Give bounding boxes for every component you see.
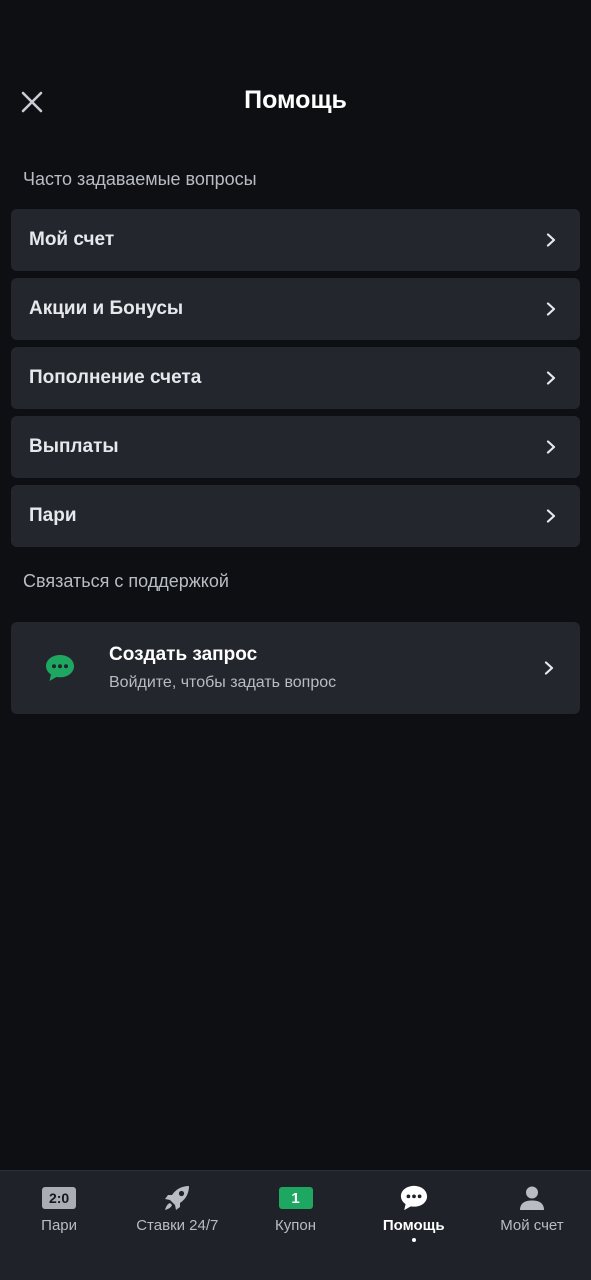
nav-item-coupon[interactable]: 1 Купон bbox=[236, 1171, 354, 1280]
faq-item-my-account[interactable]: Мой счет bbox=[11, 209, 580, 271]
faq-item-bets[interactable]: Пари bbox=[11, 485, 580, 547]
faq-item-label: Пополнение счета bbox=[29, 367, 202, 388]
score-icon: 2:0 bbox=[42, 1184, 77, 1212]
chevron-right-icon bbox=[544, 509, 558, 523]
faq-item-payouts[interactable]: Выплаты bbox=[11, 416, 580, 478]
bottom-nav: 2:0 Пари Ставки 24/7 1 Купон Помощь Мой … bbox=[0, 1170, 591, 1280]
rocket-icon bbox=[165, 1186, 190, 1210]
score-badge: 2:0 bbox=[42, 1187, 77, 1209]
help-screen: Помощь Часто задаваемые вопросы Мой счет… bbox=[0, 0, 591, 1280]
chat-bubble-icon bbox=[400, 1185, 427, 1211]
faq-item-label: Пари bbox=[29, 505, 77, 526]
coupon-icon: 1 bbox=[278, 1184, 313, 1212]
support-subtitle: Войдите, чтобы задать вопрос bbox=[109, 674, 337, 691]
faq-list: Мой счет Акции и Бонусы Пополнение счета… bbox=[11, 209, 580, 554]
header: Помощь bbox=[0, 70, 591, 134]
page-title: Помощь bbox=[244, 86, 347, 114]
chat-bubble-icon bbox=[46, 655, 74, 681]
faq-section-label: Часто задаваемые вопросы bbox=[23, 169, 257, 189]
faq-item-deposit[interactable]: Пополнение счета bbox=[11, 347, 580, 409]
chevron-right-icon bbox=[544, 440, 558, 454]
chevron-right-icon bbox=[544, 302, 558, 316]
support-title: Создать запрос bbox=[109, 644, 258, 665]
faq-item-promotions[interactable]: Акции и Бонусы bbox=[11, 278, 580, 340]
faq-item-label: Мой счет bbox=[29, 229, 115, 250]
nav-label: Мой счет bbox=[500, 1217, 564, 1234]
nav-label: Пари bbox=[41, 1217, 78, 1234]
active-indicator-dot bbox=[411, 1238, 416, 1242]
nav-item-bets-247[interactable]: Ставки 24/7 bbox=[118, 1171, 236, 1280]
nav-item-my-account[interactable]: Мой счет bbox=[473, 1171, 591, 1280]
coupon-count-badge: 1 bbox=[278, 1187, 313, 1209]
nav-item-help[interactable]: Помощь bbox=[355, 1171, 473, 1280]
faq-item-label: Выплаты bbox=[29, 436, 119, 457]
nav-label: Помощь bbox=[382, 1217, 445, 1234]
nav-item-bets[interactable]: 2:0 Пари bbox=[0, 1171, 118, 1280]
faq-item-label: Акции и Бонусы bbox=[29, 298, 184, 319]
nav-label: Купон bbox=[275, 1217, 316, 1234]
chevron-right-icon bbox=[544, 371, 558, 385]
support-section-label: Связаться с поддержкой bbox=[23, 571, 229, 591]
user-icon bbox=[519, 1186, 544, 1210]
chevron-right-icon bbox=[542, 661, 556, 675]
chevron-right-icon bbox=[544, 233, 558, 247]
create-request-button[interactable]: Создать запрос Войдите, чтобы задать воп… bbox=[11, 622, 580, 714]
nav-label: Ставки 24/7 bbox=[136, 1217, 219, 1234]
